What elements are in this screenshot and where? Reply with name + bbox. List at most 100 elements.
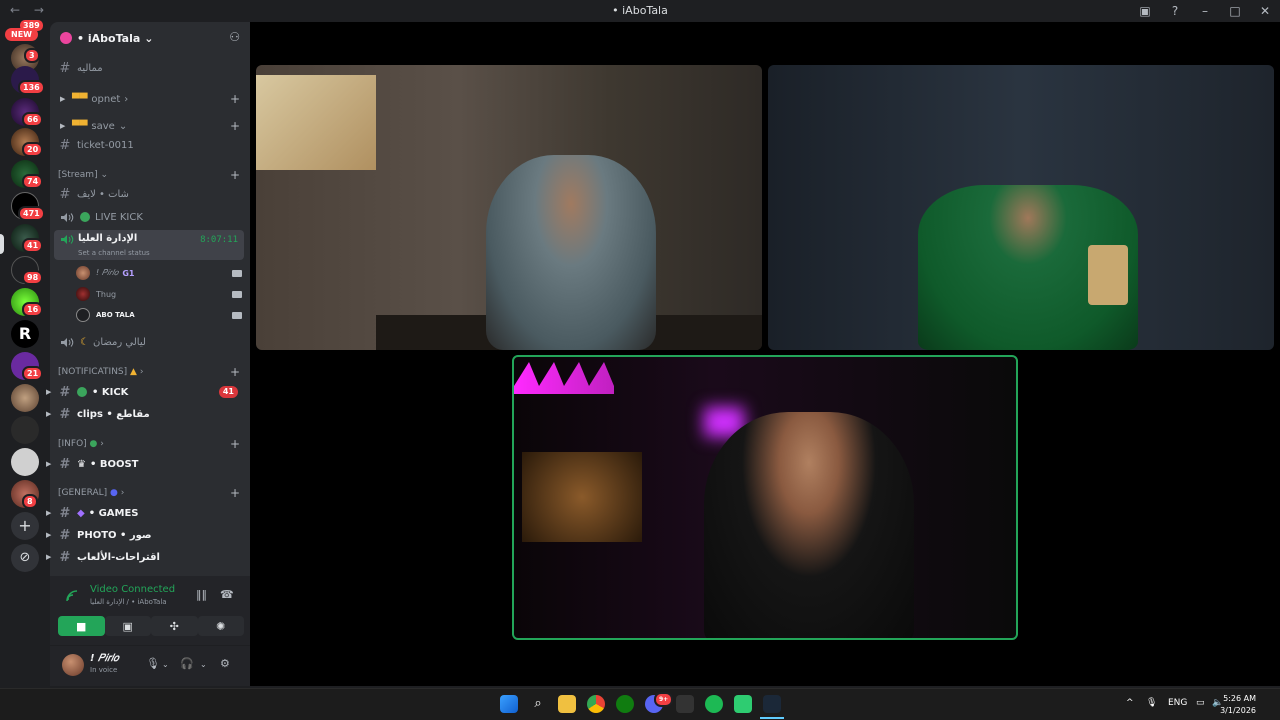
channel-item[interactable]: # شات • لايف bbox=[52, 184, 246, 204]
channel-name: الإدارة العليا bbox=[78, 233, 138, 244]
close-button[interactable]: ✕ bbox=[1250, 4, 1280, 18]
server-header[interactable]: • iAboTala ⌄ ⚇ bbox=[50, 22, 250, 54]
category-general[interactable]: [GENERAL] ● › + bbox=[58, 486, 248, 500]
channel-item[interactable]: ▶ # ♛ • BOOST bbox=[46, 454, 246, 474]
microphone-tray-icon[interactable]: 🎙 bbox=[1146, 698, 1157, 708]
noise-suppression-icon[interactable]: ‖‖ bbox=[196, 588, 207, 601]
chevron-icon: › bbox=[139, 367, 144, 377]
camera-icon bbox=[232, 290, 242, 298]
green-dot-icon bbox=[77, 387, 87, 397]
channel-item[interactable]: ▶ # ◆ • GAMES bbox=[46, 503, 246, 523]
channel-item[interactable]: ▶ ▀▀ opnet › + bbox=[52, 89, 246, 109]
category-info[interactable]: [INFO] ● › + bbox=[58, 437, 248, 451]
hash-icon: # bbox=[59, 527, 71, 543]
soundboard-button[interactable]: ✺ bbox=[197, 616, 244, 636]
channel-item[interactable]: ▶ # clips • مقاطع bbox=[46, 404, 246, 424]
minimize-button[interactable]: – bbox=[1190, 4, 1220, 18]
active-voice-channel[interactable]: الإدارة العليا Set a channel status 8:07… bbox=[54, 230, 244, 260]
voice-channel-item[interactable]: LIVE KICK bbox=[52, 207, 246, 227]
speaker-icon bbox=[61, 235, 74, 244]
category-stream[interactable]: [Stream] ⌄ + bbox=[58, 168, 248, 182]
chrome-icon[interactable] bbox=[587, 695, 605, 713]
member-tag: G1 bbox=[122, 268, 135, 278]
voice-member[interactable]: ! 𝑃𝑖𝑟𝑙𝑜 G1 bbox=[76, 264, 244, 282]
add-channel-icon[interactable]: + bbox=[230, 119, 240, 133]
add-channel-icon[interactable]: + bbox=[230, 365, 240, 379]
video-tile-1[interactable] bbox=[256, 65, 762, 350]
video-tile-3-speaking[interactable] bbox=[512, 355, 1018, 640]
gamepad-icon: ◆ bbox=[77, 507, 85, 519]
channel-item[interactable]: ▶ # • KICK 41 bbox=[46, 382, 246, 402]
call-timer: 8:07:11 bbox=[200, 235, 238, 245]
screen-share-button[interactable]: ▣ bbox=[104, 616, 151, 636]
username[interactable]: ! 𝑃𝑖𝑟𝑙𝑜 bbox=[90, 653, 119, 664]
headphones-icon[interactable]: 🎧 bbox=[180, 657, 194, 670]
gear-icon[interactable]: ⚙ bbox=[220, 657, 230, 670]
inbox-icon[interactable]: ▣ bbox=[1130, 4, 1160, 18]
category-notifications[interactable]: [NOTIFICATINS] ▲ › + bbox=[58, 365, 248, 379]
unread-arrow-icon: ▶ bbox=[46, 460, 52, 468]
hash-icon: # bbox=[59, 186, 71, 202]
help-icon[interactable]: ? bbox=[1160, 4, 1190, 18]
activities-button[interactable]: ✣ bbox=[151, 616, 198, 636]
steam-icon[interactable] bbox=[763, 695, 781, 713]
mention-count: 41 bbox=[218, 386, 238, 398]
add-channel-icon[interactable]: + bbox=[230, 168, 240, 182]
camera-icon bbox=[232, 269, 242, 277]
server-icon[interactable]: R bbox=[11, 320, 39, 348]
voice-channel-item[interactable]: ☾ ليالي رمضان bbox=[52, 332, 246, 352]
clock[interactable]: 5:26 AM 3/1/2026 bbox=[1220, 693, 1256, 717]
windows-start-icon[interactable] bbox=[500, 695, 518, 713]
soundboard-icon: ✺ bbox=[216, 619, 226, 633]
channel-item[interactable]: ▶ # PHOTO • صور bbox=[46, 525, 246, 545]
app-icon[interactable] bbox=[734, 695, 752, 713]
microphone-icon[interactable]: 🎙 bbox=[146, 657, 160, 670]
voice-location[interactable]: الإدارة العليا / • iAboTala bbox=[90, 598, 167, 606]
signal-icon[interactable] bbox=[66, 590, 78, 602]
camera-button[interactable]: ■ bbox=[58, 616, 105, 636]
server-icon[interactable] bbox=[11, 416, 39, 444]
voice-status[interactable]: Video Connected bbox=[90, 584, 175, 595]
disconnect-icon[interactable]: ☎ bbox=[220, 588, 234, 601]
channel-item[interactable]: # ticket-0011 bbox=[52, 135, 246, 155]
user-status: In voice bbox=[90, 666, 118, 674]
bell-icon: ▲ bbox=[130, 367, 137, 377]
plus-icon: + bbox=[18, 516, 32, 535]
file-explorer-icon[interactable] bbox=[558, 695, 576, 713]
voice-member[interactable]: Thug bbox=[76, 285, 244, 303]
search-icon[interactable]: ⌕ bbox=[529, 695, 547, 713]
channel-item[interactable]: ▶ ▀▀ save ⌄ + bbox=[52, 116, 246, 136]
server-rail: 389 NEW 3 136 66 20 74 471 41 98 16 R 21… bbox=[0, 18, 50, 686]
add-member-icon[interactable]: ⚇ bbox=[229, 30, 240, 44]
chevron-down-icon[interactable]: ⌄ bbox=[162, 660, 169, 669]
channel-item[interactable]: ▶ # اقتراحات-الألعاب bbox=[46, 547, 246, 567]
spotify-icon[interactable] bbox=[705, 695, 723, 713]
tray-overflow-icon[interactable]: ^ bbox=[1126, 698, 1134, 708]
discover-button[interactable]: ⊘ bbox=[11, 544, 39, 572]
voice-member[interactable]: ABO TALA bbox=[76, 306, 244, 324]
video-tile-2[interactable] bbox=[768, 65, 1274, 350]
add-channel-icon[interactable]: + bbox=[230, 486, 240, 500]
maximize-button[interactable]: □ bbox=[1220, 4, 1250, 18]
new-badge[interactable]: NEW bbox=[5, 28, 38, 41]
boost-icon: ♛ bbox=[77, 458, 86, 470]
language-indicator[interactable]: ENG bbox=[1168, 698, 1187, 708]
app-icon[interactable] bbox=[676, 695, 694, 713]
voice-actions: ■ ▣ ✣ ✺ bbox=[58, 616, 244, 636]
member-name: ! 𝑃𝑖𝑟𝑙𝑜 bbox=[96, 268, 119, 277]
avatar[interactable] bbox=[62, 654, 84, 676]
folder-icon: ▀▀ bbox=[72, 120, 88, 132]
channel-status-link[interactable]: Set a channel status bbox=[78, 249, 150, 257]
server-icon[interactable] bbox=[11, 384, 39, 412]
server-icon[interactable] bbox=[11, 448, 39, 476]
add-server-button[interactable]: + bbox=[11, 512, 39, 540]
add-channel-icon[interactable]: + bbox=[230, 92, 240, 106]
xbox-icon[interactable] bbox=[616, 695, 634, 713]
channel-item[interactable]: # مماليه bbox=[52, 58, 246, 78]
window-title: • iAboTala bbox=[612, 4, 668, 17]
network-icon[interactable]: ▭ bbox=[1196, 698, 1205, 708]
globe-icon: ● bbox=[110, 488, 118, 498]
add-channel-icon[interactable]: + bbox=[230, 437, 240, 451]
server-badge: 21 bbox=[22, 366, 44, 381]
chevron-down-icon[interactable]: ⌄ bbox=[200, 660, 207, 669]
